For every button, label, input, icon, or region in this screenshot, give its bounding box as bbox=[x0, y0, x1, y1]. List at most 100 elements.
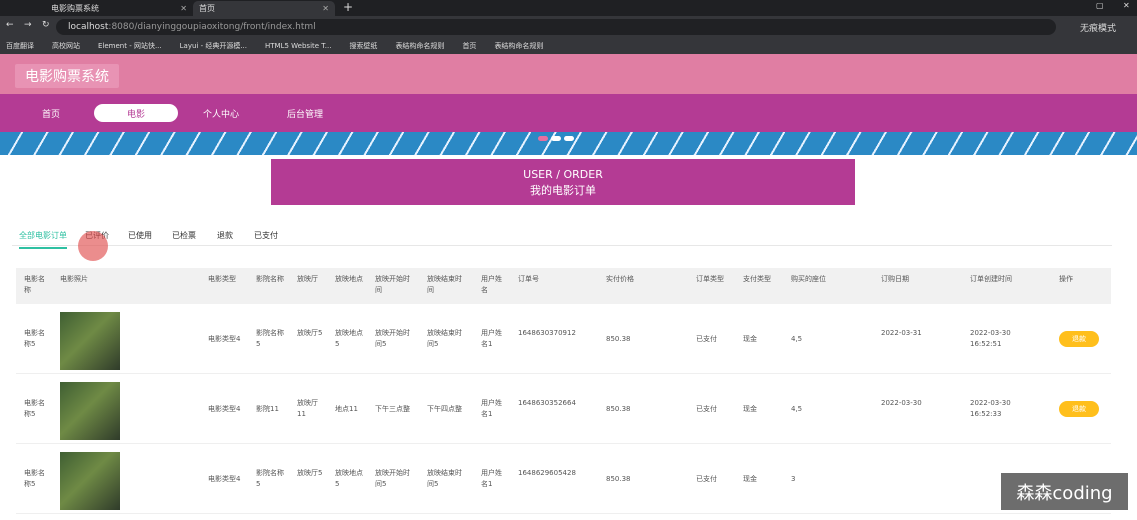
bookmark-item[interactable]: Layui - 经典开源模... bbox=[180, 41, 247, 51]
nav-user-center[interactable]: 个人中心 bbox=[196, 104, 246, 122]
table-cell: 2022-03-31 bbox=[881, 329, 922, 337]
banner-carousel bbox=[0, 132, 1137, 155]
movie-poster-image bbox=[60, 382, 120, 440]
column-header: 支付类型 bbox=[743, 275, 771, 283]
filter-paid[interactable]: 已支付 bbox=[254, 230, 278, 241]
tab-title: 首页 bbox=[199, 4, 215, 13]
cursor-highlight bbox=[78, 231, 108, 261]
table-cell: 影院名称5 bbox=[256, 469, 284, 488]
table-cell: 影院名称5 bbox=[256, 329, 284, 348]
nav-home[interactable]: 首页 bbox=[32, 104, 70, 122]
table-cell: 用户姓名1 bbox=[481, 399, 502, 418]
column-header: 购买的座位 bbox=[791, 275, 826, 283]
table-row: 电影名称5 电影类型4 影院名称5 放映厅5 放映地点5 放映开始时间5 放映结束时间5 用户… bbox=[16, 444, 1111, 514]
table-cell: 电影名称5 bbox=[24, 399, 45, 418]
table-cell: 850.38 bbox=[606, 334, 631, 343]
table-cell: 850.38 bbox=[606, 474, 631, 483]
bookmark-item[interactable]: 表结构命名规则 bbox=[494, 41, 543, 51]
column-header: 电影照片 bbox=[60, 275, 88, 283]
filter-all[interactable]: 全部电影订单 bbox=[19, 230, 67, 249]
table-cell: 现金 bbox=[743, 404, 757, 413]
column-header: 订购日期 bbox=[881, 275, 909, 283]
site-header: 电影购票系统 bbox=[0, 54, 1137, 94]
bookmark-item[interactable]: 搜索壁纸 bbox=[349, 41, 377, 51]
table-cell: 用户姓名1 bbox=[481, 469, 502, 488]
back-icon[interactable]: ← bbox=[6, 20, 14, 30]
table-cell: 放映厅11 bbox=[297, 399, 318, 418]
table-cell: 已支付 bbox=[696, 404, 717, 413]
table-cell: 放映厅5 bbox=[297, 329, 323, 337]
url-input[interactable]: localhost:8080/dianyinggoupiaoxitong/fro… bbox=[56, 19, 1056, 35]
url-path: :8080/dianyinggoupiaoxitong/front/index.… bbox=[108, 22, 316, 32]
nav-admin[interactable]: 后台管理 bbox=[280, 104, 330, 122]
refund-button[interactable]: 退款 bbox=[1059, 331, 1099, 347]
browser-tab[interactable]: 电影购票系统 ✕ bbox=[45, 1, 193, 16]
bookmark-item[interactable]: HTML5 Website T... bbox=[265, 42, 331, 50]
carousel-dot[interactable] bbox=[551, 136, 561, 141]
main-nav: 首页 电影 个人中心 后台管理 bbox=[0, 94, 1137, 132]
table-cell: 2022-03-30 16:52:51 bbox=[970, 329, 1011, 348]
column-header: 实付价格 bbox=[606, 275, 634, 283]
bookmark-item[interactable]: 百度翻译 bbox=[6, 41, 34, 51]
column-header: 电影类型 bbox=[208, 275, 236, 283]
close-window-icon[interactable]: ✕ bbox=[1123, 1, 1130, 10]
table-cell: 放映结束时间5 bbox=[427, 469, 462, 488]
table-cell: 4,5 bbox=[791, 404, 803, 413]
bookmark-item[interactable]: Element - 网站快... bbox=[98, 41, 162, 51]
carousel-dot[interactable] bbox=[564, 136, 574, 141]
table-cell: 用户姓名1 bbox=[481, 329, 502, 348]
movie-poster-image bbox=[60, 452, 120, 510]
restore-window-icon[interactable]: ▢ bbox=[1096, 1, 1104, 10]
table-cell: 电影类型4 bbox=[208, 474, 241, 483]
table-cell: 放映开始时间5 bbox=[375, 469, 410, 488]
nav-movies[interactable]: 电影 bbox=[94, 104, 178, 122]
table-cell: 电影名称5 bbox=[24, 469, 45, 488]
table-cell: 现金 bbox=[743, 474, 757, 483]
table-cell: 2022-03-30 16:52:33 bbox=[970, 399, 1011, 418]
profile-label[interactable]: 无痕模式 bbox=[1080, 21, 1116, 34]
close-icon[interactable]: ✕ bbox=[180, 4, 187, 13]
filter-used[interactable]: 已使用 bbox=[128, 230, 152, 241]
table-header: 电影名称 电影照片 电影类型 影院名称 放映厅 放映地点 放映开始时间 放映结束时间 用户姓名 订… bbox=[16, 268, 1111, 304]
table-cell: 电影名称5 bbox=[24, 329, 45, 348]
table-cell: 1648630370912 bbox=[518, 329, 576, 337]
column-header: 订单号 bbox=[518, 275, 539, 283]
column-header: 订单创建时间 bbox=[970, 275, 1012, 283]
table-cell: 已支付 bbox=[696, 474, 717, 483]
table-cell: 下午三点整 bbox=[375, 404, 410, 413]
table-cell: 现金 bbox=[743, 334, 757, 343]
order-filter-tabs: 全部电影订单 已评价 已使用 已检票 退款 已支付 bbox=[12, 222, 1112, 249]
table-cell: 放映地点5 bbox=[335, 469, 363, 488]
column-header: 用户姓名 bbox=[481, 275, 502, 294]
table-cell: 放映开始时间5 bbox=[375, 329, 410, 348]
table-cell: 3 bbox=[791, 474, 796, 483]
column-header: 放映开始时间 bbox=[375, 275, 410, 294]
table-cell: 下午四点整 bbox=[427, 404, 462, 413]
filter-refund[interactable]: 退款 bbox=[217, 230, 233, 241]
browser-tab-active[interactable]: 首页 ✕ bbox=[193, 1, 335, 16]
close-icon[interactable]: ✕ bbox=[322, 4, 329, 13]
filter-checked[interactable]: 已检票 bbox=[172, 230, 196, 241]
bookmark-item[interactable]: 表结构命名规则 bbox=[395, 41, 444, 51]
table-cell: 850.38 bbox=[606, 404, 631, 413]
tab-title: 电影购票系统 bbox=[51, 4, 99, 13]
column-header: 订单类型 bbox=[696, 275, 724, 283]
table-cell: 1648629605428 bbox=[518, 469, 576, 477]
carousel-dot[interactable] bbox=[538, 136, 548, 141]
column-header: 电影名称 bbox=[24, 275, 45, 294]
new-tab-icon[interactable]: + bbox=[343, 0, 353, 14]
refund-button[interactable]: 退款 bbox=[1059, 401, 1099, 417]
order-title-en: USER / ORDER bbox=[523, 168, 603, 181]
url-host: localhost bbox=[68, 22, 109, 32]
table-cell: 电影类型4 bbox=[208, 334, 241, 343]
table-cell: 4,5 bbox=[791, 334, 803, 343]
reload-icon[interactable]: ↻ bbox=[42, 20, 50, 30]
forward-icon[interactable]: → bbox=[24, 20, 32, 30]
bookmark-item[interactable]: 高校网站 bbox=[52, 41, 80, 51]
table-cell: 1648630352664 bbox=[518, 399, 576, 407]
bookmark-item[interactable]: 首页 bbox=[462, 41, 476, 51]
bookmarks-bar: 百度翻译 高校网站 Element - 网站快... Layui - 经典开源模… bbox=[0, 38, 1137, 54]
table-cell: 电影类型4 bbox=[208, 404, 241, 413]
table-cell: 已支付 bbox=[696, 334, 717, 343]
column-header: 操作 bbox=[1059, 275, 1073, 283]
